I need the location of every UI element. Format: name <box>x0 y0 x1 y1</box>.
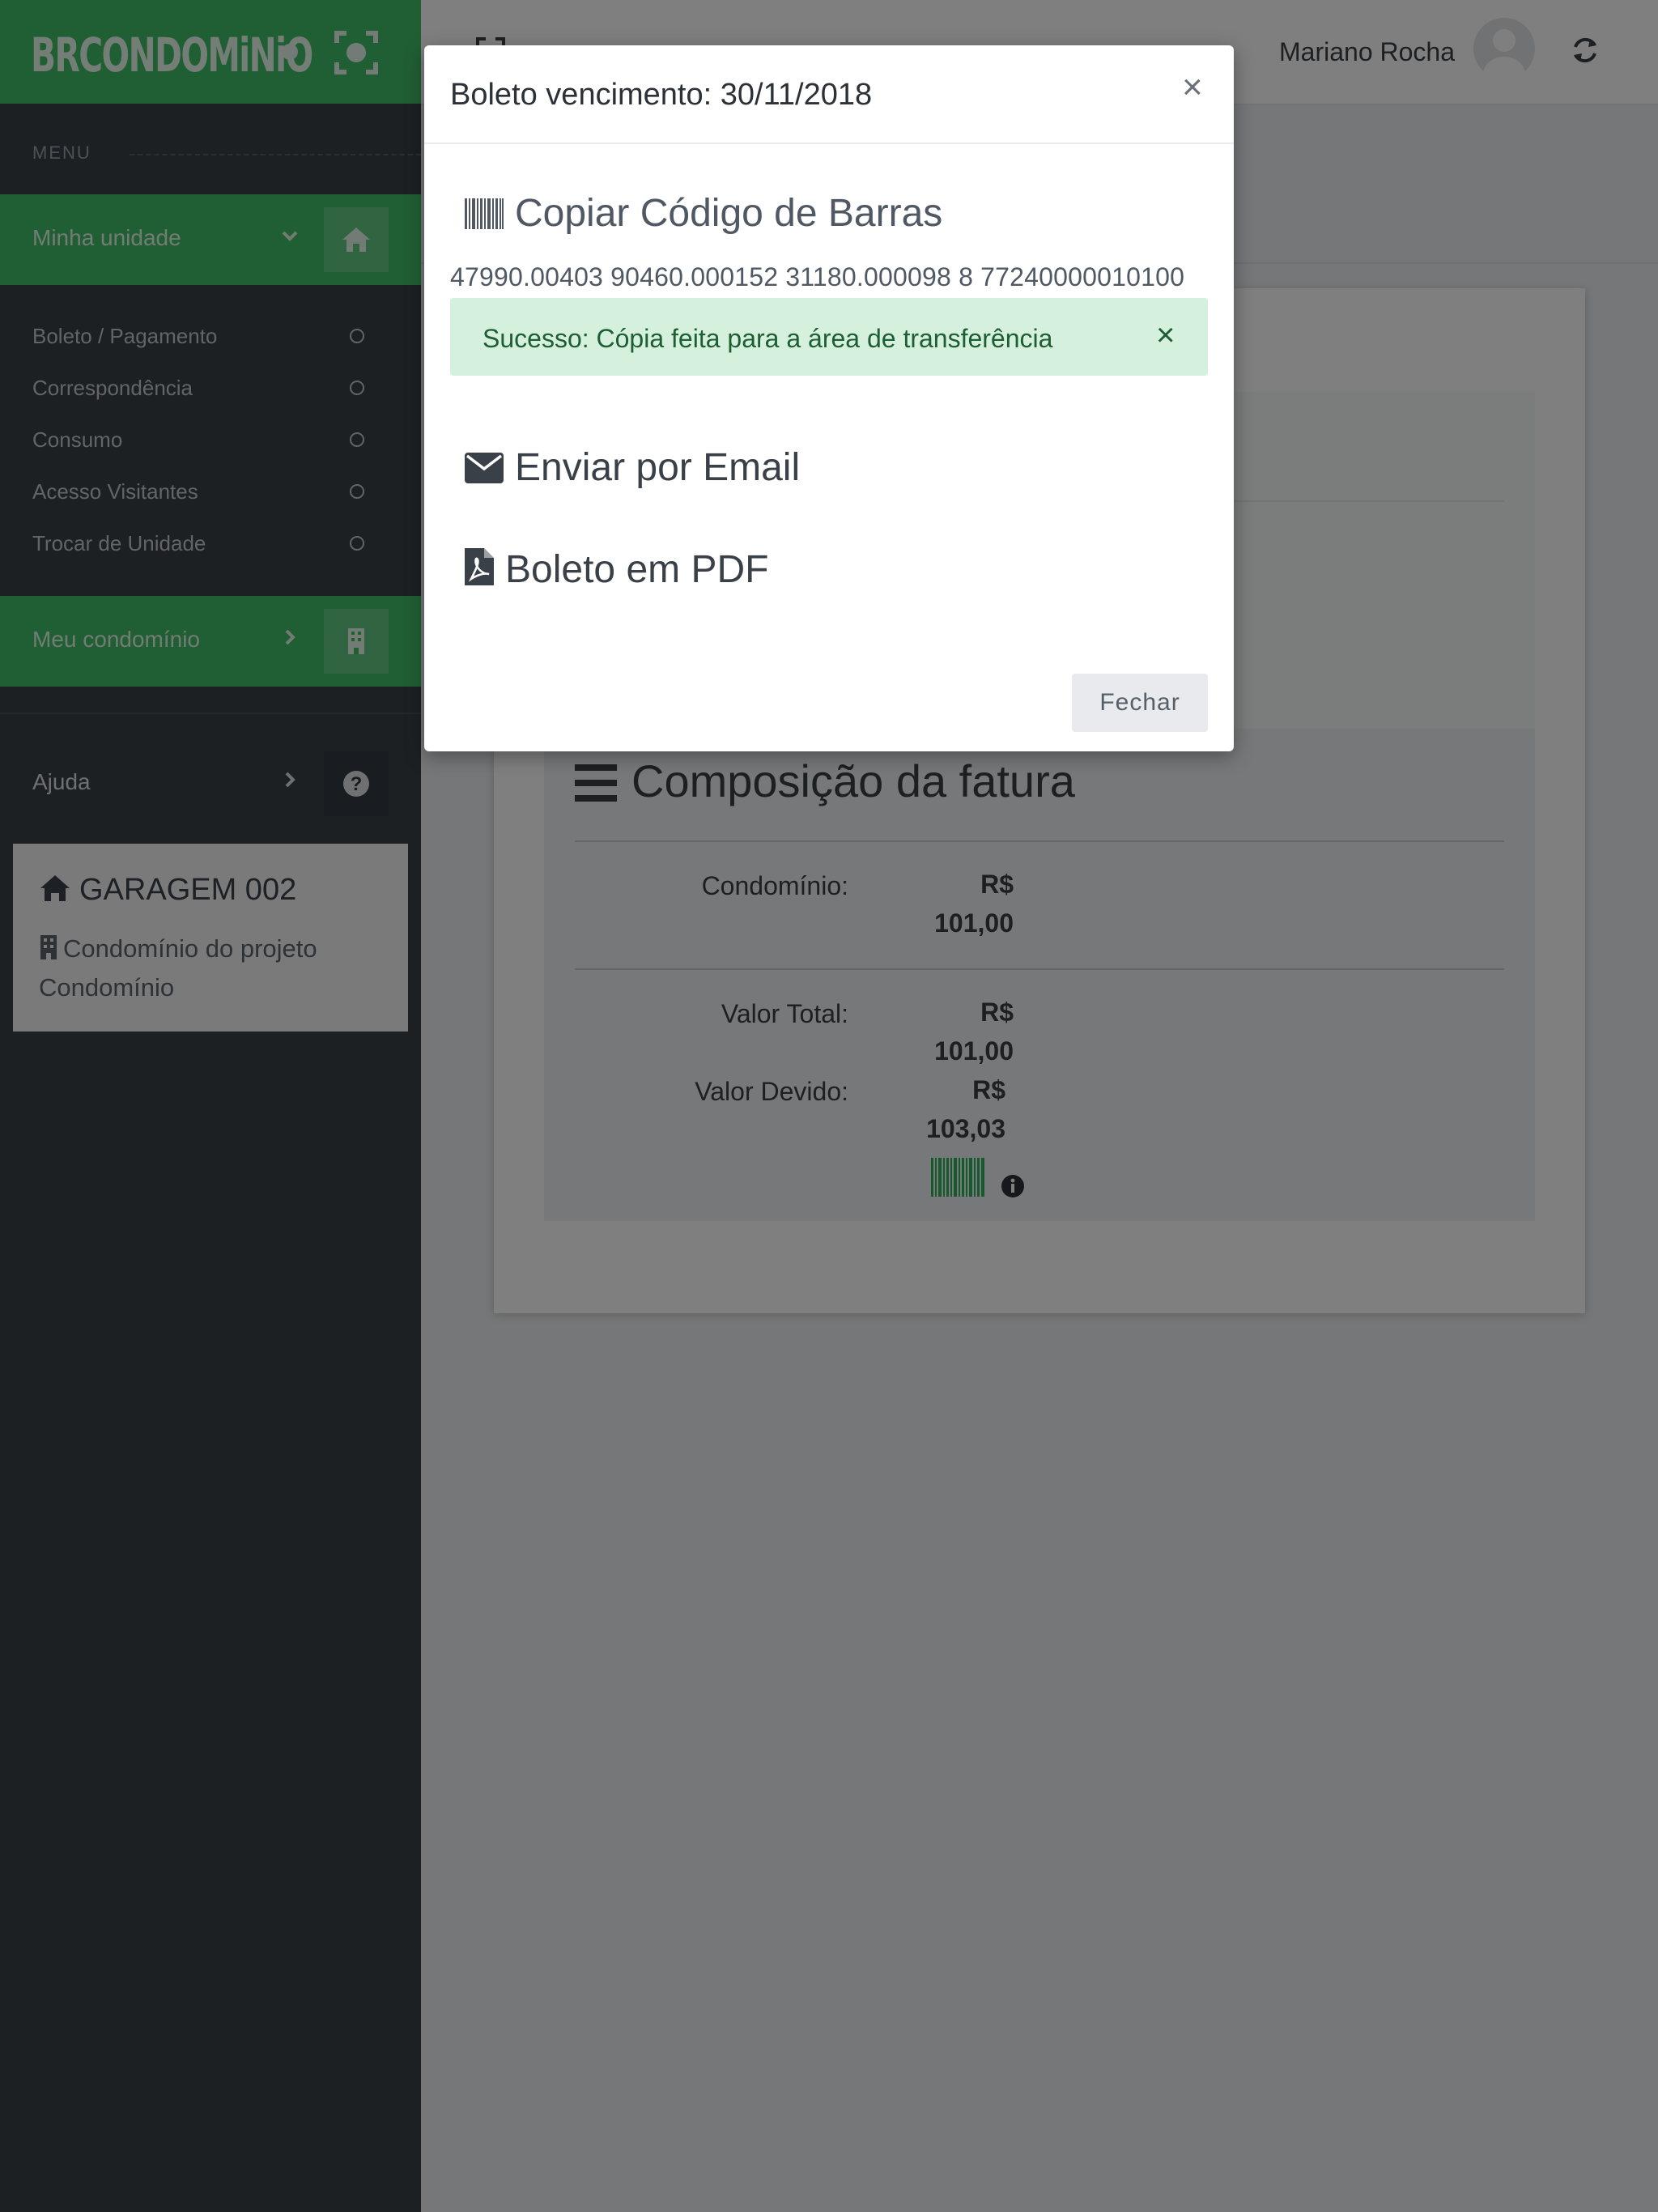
pdf-boleto-label: Boleto em PDF <box>505 548 769 591</box>
boleto-modal: Boleto vencimento: 30/11/2018 × Copiar C… <box>424 45 1234 751</box>
success-alert: Sucesso: Cópia feita para a área de tran… <box>450 298 1208 376</box>
alert-close-icon[interactable]: × <box>1156 317 1175 354</box>
close-icon[interactable]: × <box>1182 70 1203 105</box>
success-alert-text: Sucesso: Cópia feita para a área de tran… <box>483 324 1053 353</box>
modal-header: Boleto vencimento: 30/11/2018 × <box>424 45 1234 144</box>
copy-barcode-label: Copiar Código de Barras <box>515 192 943 235</box>
send-email-link[interactable]: Enviar por Email <box>465 445 800 490</box>
barcode-number[interactable]: 47990.00403 90460.000152 31180.000098 8 … <box>450 262 1184 292</box>
send-email-label: Enviar por Email <box>515 446 801 489</box>
close-modal-button[interactable]: Fechar <box>1072 674 1208 732</box>
pdf-file-icon <box>465 548 494 585</box>
envelope-icon <box>465 453 504 483</box>
pdf-boleto-link[interactable]: Boleto em PDF <box>465 547 768 592</box>
barcode-icon <box>465 198 504 229</box>
modal-title: Boleto vencimento: 30/11/2018 <box>450 78 873 112</box>
copy-barcode-link[interactable]: Copiar Código de Barras <box>465 191 942 236</box>
